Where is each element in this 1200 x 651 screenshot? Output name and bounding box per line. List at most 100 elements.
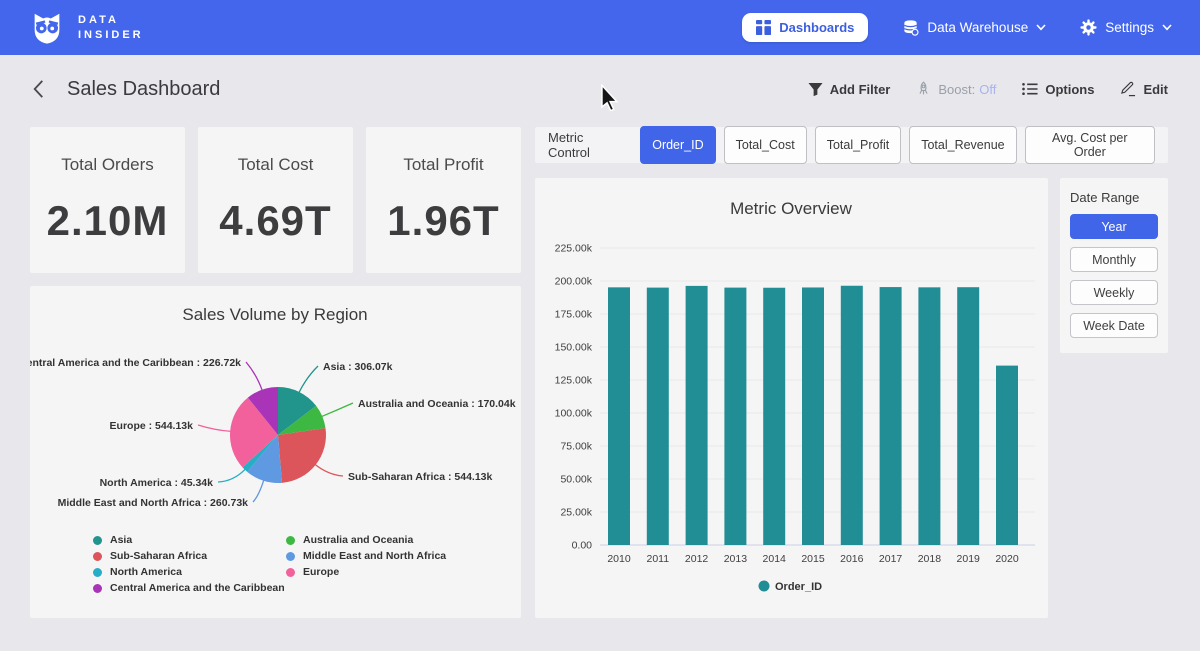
pie-legend-item-middle-east-and-north-africa[interactable]: Middle East and North Africa [286,550,446,562]
boost-toggle[interactable]: Boost: Off [916,81,996,97]
navbar: DATA INSIDER Dashboards Data Warehouse [0,0,1200,55]
bar-2013[interactable] [724,288,746,545]
pie-leader-line [299,366,318,393]
legend-label: North America [110,566,182,578]
sales-volume-chart-panel: Sales Volume by RegionAsia : 306.07kAust… [30,286,521,618]
pie-legend-item-sub-saharan-africa[interactable]: Sub-Saharan Africa [93,550,207,562]
bar-2019[interactable] [957,287,979,545]
options-list-icon [1022,82,1038,96]
settings-menu[interactable]: Settings [1080,19,1172,36]
pie-label-middle-east-and-north-africa: Middle East and North Africa : 260.73k [58,497,249,509]
metric-chip-avg-cost-per-order[interactable]: Avg. Cost per Order [1025,126,1155,164]
data-warehouse-menu[interactable]: Data Warehouse [902,19,1046,36]
owl-logo-icon [28,9,66,47]
legend-dot [93,568,102,577]
y-tick-label: 125.00k [555,375,593,387]
pie-legend-item-north-america[interactable]: North America [93,566,182,578]
pie-leader-line [321,403,353,417]
data-warehouse-label: Data Warehouse [927,20,1028,35]
kpi-value: 1.96T [387,197,499,245]
pie-label-central-america-and-the-caribbean: Central America and the Caribbean : 226.… [30,357,241,369]
x-tick-label: 2010 [607,553,631,565]
options-label: Options [1045,82,1094,97]
brand-line2: INSIDER [78,29,144,41]
kpi-label: Total Cost [238,155,314,175]
bar-chart-title: Metric Overview [730,199,853,218]
legend-dot [286,568,295,577]
bar-2015[interactable] [802,287,824,545]
add-filter-button[interactable]: Add Filter [808,82,891,97]
metric-chip-total-revenue[interactable]: Total_Revenue [909,126,1016,164]
metric-control-label: Metric Control [548,130,628,160]
pie-label-north-america: North America : 45.34k [100,477,214,489]
bar-2014[interactable] [763,288,785,545]
kpi-value: 2.10M [47,197,169,245]
bar-2017[interactable] [880,287,902,545]
y-tick-label: 50.00k [560,474,592,486]
pie-legend-item-europe[interactable]: Europe [286,566,339,578]
edit-pencil-icon [1120,81,1136,97]
metric-overview-chart-panel: Metric Overview0.0025.00k50.00k75.00k100… [535,178,1048,618]
date-range-week-date-button[interactable]: Week Date [1070,313,1158,338]
legend-label: Central America and the Caribbean [110,582,285,594]
dashboards-button[interactable]: Dashboards [742,13,868,42]
y-tick-label: 150.00k [555,342,593,354]
pie-label-sub-saharan-africa: Sub-Saharan Africa : 544.13k [348,471,492,483]
date-range-label: Date Range [1070,190,1158,205]
date-range-weekly-button[interactable]: Weekly [1070,280,1158,305]
pie-chart-title: Sales Volume by Region [182,305,367,324]
settings-label: Settings [1105,20,1154,35]
legend-dot [93,584,102,593]
legend-dot [759,581,770,592]
kpi-label: Total Profit [403,155,483,175]
bar-2018[interactable] [918,287,940,545]
x-tick-label: 2018 [918,553,942,565]
bar-2020[interactable] [996,366,1018,545]
kpi-card-total-orders: Total Orders 2.10M [30,127,185,273]
database-icon [902,19,919,36]
brand[interactable]: DATA INSIDER [28,9,144,47]
y-tick-label: 225.00k [555,243,593,255]
bar-2011[interactable] [647,288,669,545]
back-button[interactable] [32,79,45,99]
dashboards-label: Dashboards [779,20,854,35]
chevron-down-icon [1036,24,1046,31]
chevron-down-icon [1162,24,1172,31]
x-tick-label: 2016 [840,553,864,565]
legend-dot [286,536,295,545]
page-title: Sales Dashboard [67,78,220,101]
legend-dot [286,552,295,561]
page-header: Sales Dashboard Add Filter Boost: Off [0,55,1200,123]
options-button[interactable]: Options [1022,82,1094,97]
edit-button[interactable]: Edit [1120,81,1168,97]
filter-icon [808,82,823,97]
x-tick-label: 2012 [685,553,709,565]
edit-label: Edit [1143,82,1168,97]
bar-2016[interactable] [841,286,863,545]
pie-legend-item-central-america-and-the-caribbean[interactable]: Central America and the Caribbean [93,582,285,594]
metric-chip-order-id[interactable]: Order_ID [640,126,715,164]
metric-chip-total-cost[interactable]: Total_Cost [724,126,807,164]
pie-legend-item-australia-and-oceania[interactable]: Australia and Oceania [286,534,413,546]
metric-chip-total-profit[interactable]: Total_Profit [815,126,902,164]
legend-label: Sub-Saharan Africa [110,550,207,562]
pie-leader-line [218,469,246,482]
y-tick-label: 175.00k [555,309,593,321]
add-filter-label: Add Filter [830,82,891,97]
kpi-card-total-cost: Total Cost 4.69T [198,127,353,273]
dashboards-icon [756,20,771,35]
metric-control-bar: Metric Control Order_IDTotal_CostTotal_P… [535,127,1168,163]
date-range-monthly-button[interactable]: Monthly [1070,247,1158,272]
legend-label[interactable]: Order_ID [775,581,822,593]
date-range-year-button[interactable]: Year [1070,214,1158,239]
legend-label: Australia and Oceania [303,534,413,546]
pie-label-australia-and-oceania: Australia and Oceania : 170.04k [358,398,516,410]
date-range-panel: Date Range Year Monthly Weekly Week Date [1060,178,1168,353]
boost-value: Off [979,82,996,97]
pie-slice-sub-saharan-africa[interactable] [278,428,326,483]
bar-2012[interactable] [686,286,708,545]
pie-leader-line [198,425,231,431]
bar-2010[interactable] [608,287,630,545]
pie-legend-item-asia[interactable]: Asia [93,534,132,546]
legend-dot [93,552,102,561]
